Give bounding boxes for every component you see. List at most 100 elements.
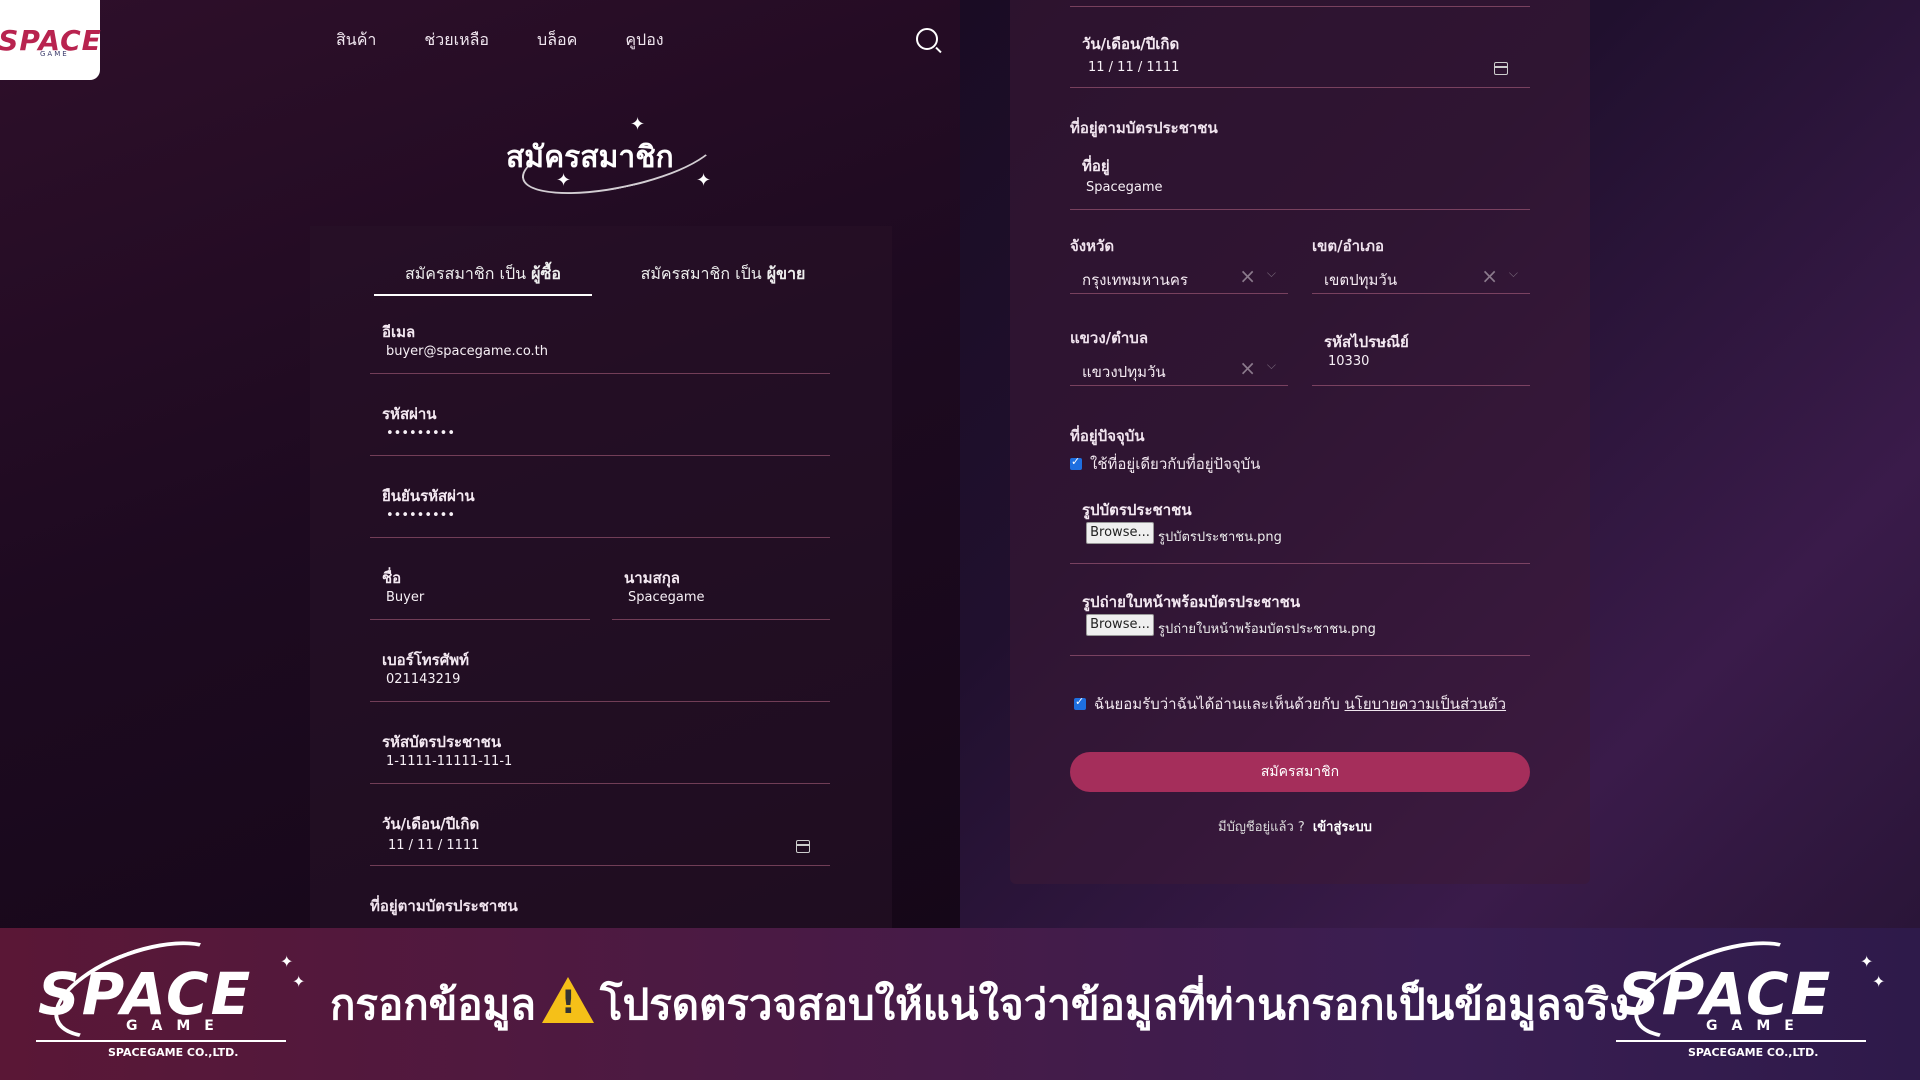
dob-field-right[interactable]: วัน/เดือน/ปีเกิด 11 / 11 / 1111 [1070,32,1530,88]
tab-seller[interactable]: สมัครสมาชิก เป็น ผู้ขาย [614,258,832,296]
postal-label: รหัสไปรษณีย์ [1324,333,1409,351]
register-tabs: สมัครสมาชิก เป็น ผู้ซื้อ สมัครสมาชิก เป็… [374,258,832,296]
tab-seller-prefix: สมัครสมาชิก เป็น [640,264,767,283]
same-address-label: ใช้ที่อยู่เดียวกับที่อยู่ปัจจุบัน [1090,455,1261,473]
idcard-label: รหัสบัตรประชาชน [382,733,502,751]
address-input[interactable]: Spacegame [1086,180,1163,195]
nav-item-blog[interactable]: บล็อค [537,28,577,53]
divider [36,1040,286,1042]
lastname-input[interactable]: Spacegame [628,590,705,605]
tab-buyer-prefix: สมัครสมาชิก เป็น [404,264,532,283]
lastname-label: นามสกุล [624,569,680,587]
email-input[interactable]: buyer@spacegame.co.th [386,344,548,359]
subdistrict-label: แขวง/ตำบล [1070,329,1149,347]
postal-input[interactable]: 10330 [1328,354,1369,369]
star-icon: ✦ [1872,972,1886,991]
confirm-password-input[interactable]: ••••••••• [386,508,455,523]
browse-button[interactable]: Browse... [1086,522,1154,544]
banner-message: กรอกข้อมูล โปรดตรวจสอบให้แน่ใจว่าข้อมูลที… [330,972,1629,1038]
address-section-label: ที่อยู่ตามบัตรประชาชน [370,897,518,915]
district-select[interactable]: เขตปทุมวัน × ⌵ [1312,258,1530,294]
dob-input-right[interactable]: 11 / 11 / 1111 [1088,60,1179,75]
star-icon: ✦ [292,972,306,991]
current-address-label: ที่อยู่ปัจจุบัน [1070,427,1145,445]
tab-seller-bold: ผู้ขาย [766,264,806,283]
banner-logo-game: GAME [126,1018,228,1034]
confirm-password-label: ยืนยันรหัสผ่าน [382,487,475,505]
idcard-photo-label: รูปบัตรประชาชน [1082,501,1192,519]
dob-input[interactable]: 11 / 11 / 1111 [388,838,479,853]
brand-logo[interactable]: SPACE GAME [0,0,101,80]
phone-label: เบอร์โทรศัพท์ [382,651,470,669]
privacy-policy-link[interactable]: นโยบายความเป็นส่วนตัว [1345,695,1507,713]
banner-logo-left: SPACE ✦ ✦ GAME SPACEGAME CO.,LTD. [30,921,310,1066]
sparkle-icon: ✦ [696,170,712,191]
calendar-icon[interactable] [796,840,810,853]
star-icon: ✦ [280,952,294,971]
firstname-input[interactable]: Buyer [386,590,424,605]
search-icon[interactable] [916,28,938,50]
consent-prefix: ฉันยอมรับว่าฉันได้อ่านและเห็นด้วยกับ [1094,695,1345,713]
register-submit-button[interactable]: สมัครสมาชิก [1070,752,1530,792]
calendar-icon[interactable] [1494,62,1508,75]
chevron-down-icon[interactable]: ⌵ [1267,266,1276,281]
idcard-photo-filename: รูปบัตรประชาชน.png [1158,530,1282,545]
selfie-photo-label: รูปถ่ายใบหน้าพร้อมบัตรประชาชน [1082,593,1301,611]
selfie-photo-filename: รูปถ่ายใบหน้าพร้อมบัตรประชาชน.png [1158,622,1376,637]
address-label: ที่อยู่ [1082,157,1110,175]
postal-field[interactable]: รหัสไปรษณีย์ 10330 [1312,330,1530,386]
firstname-field[interactable]: ชื่อ Buyer [370,566,590,620]
chevron-down-icon[interactable]: ⌵ [1509,266,1518,281]
tab-buyer-bold: ผู้ซื้อ [531,264,562,283]
phone-input[interactable]: 021143219 [386,672,460,687]
same-address-checkbox[interactable] [1070,455,1082,470]
consent-text: ฉันยอมรับว่าฉันได้อ่านและเห็นด้วยกับ นโย… [1094,692,1506,716]
main-nav: สินค้า ช่วยเหลือ บล็อค คูปอง [336,28,664,53]
login-prompt: มีบัญชีอยู่แล้ว ? เข้าสู่ระบบ [1218,816,1372,837]
address-section-label-right: ที่อยู่ตามบัตรประชาชน [1070,119,1218,137]
banner-logo-game: GAME [1706,1018,1808,1034]
page-title-group: ✦ ✦ ✦ สมัครสมาชิก [500,107,730,209]
lastname-field[interactable]: นามสกุล Spacegame [612,566,830,620]
nav-item-help[interactable]: ช่วยเหลือ [424,28,489,53]
email-field[interactable]: อีเมล buyer@spacegame.co.th [370,320,830,374]
selfie-photo-field: รูปถ่ายใบหน้าพร้อมบัตรประชาชน Browse... … [1070,590,1530,656]
browse-button[interactable]: Browse... [1086,614,1154,636]
idcard-field[interactable]: รหัสบัตรประชาชน 1-1111-11111-11-1 [370,730,830,784]
confirm-password-field[interactable]: ยืนยันรหัสผ่าน ••••••••• [370,484,830,538]
sparkle-icon: ✦ [630,114,646,135]
consent-checkbox[interactable] [1074,695,1086,710]
email-label: อีเมล [382,323,416,341]
login-link[interactable]: เข้าสู่ระบบ [1313,820,1372,835]
district-value: เขตปทุมวัน [1324,271,1398,289]
idcard-input[interactable]: 1-1111-11111-11-1 [386,754,512,769]
password-input[interactable]: ••••••••• [386,426,455,441]
banner-logo-company: SPACEGAME CO.,LTD. [108,1046,239,1059]
province-value: กรุงเทพมหานคร [1082,271,1188,289]
password-field[interactable]: รหัสผ่าน ••••••••• [370,402,830,456]
nav-item-coupon[interactable]: คูปอง [625,28,663,53]
dob-label: วัน/เดือน/ปีเกิด [382,815,480,833]
clear-icon[interactable]: × [1481,264,1498,288]
banner-text-part1: กรอกข้อมูล [330,980,537,1029]
star-icon: ✦ [1860,952,1874,971]
phone-field[interactable]: เบอร์โทรศัพท์ 021143219 [370,648,830,702]
warning-icon [542,977,595,1025]
divider [1070,6,1530,7]
clear-icon[interactable]: × [1239,356,1256,380]
tab-buyer[interactable]: สมัครสมาชิก เป็น ผู้ซื้อ [374,258,592,296]
address-field[interactable]: ที่อยู่ Spacegame [1070,154,1530,210]
page-title: สมัครสมาชิก [506,140,674,175]
have-account-text: มีบัญชีอยู่แล้ว ? [1218,820,1305,835]
firstname-label: ชื่อ [382,569,402,587]
province-select[interactable]: กรุงเทพมหานคร × ⌵ [1070,258,1288,294]
banner-logo-right: SPACE ✦ ✦ GAME SPACEGAME CO.,LTD. [1610,921,1890,1066]
clear-icon[interactable]: × [1239,264,1256,288]
dob-field[interactable]: วัน/เดือน/ปีเกิด 11 / 11 / 1111 [370,812,830,866]
nav-item-products[interactable]: สินค้า [336,28,376,53]
province-label: จังหวัด [1070,237,1115,255]
dob-label-right: วัน/เดือน/ปีเกิด [1082,35,1180,53]
chevron-down-icon[interactable]: ⌵ [1267,358,1276,373]
subdistrict-select[interactable]: แขวงปทุมวัน × ⌵ [1070,350,1288,386]
district-label: เขต/อำเภอ [1312,237,1385,255]
